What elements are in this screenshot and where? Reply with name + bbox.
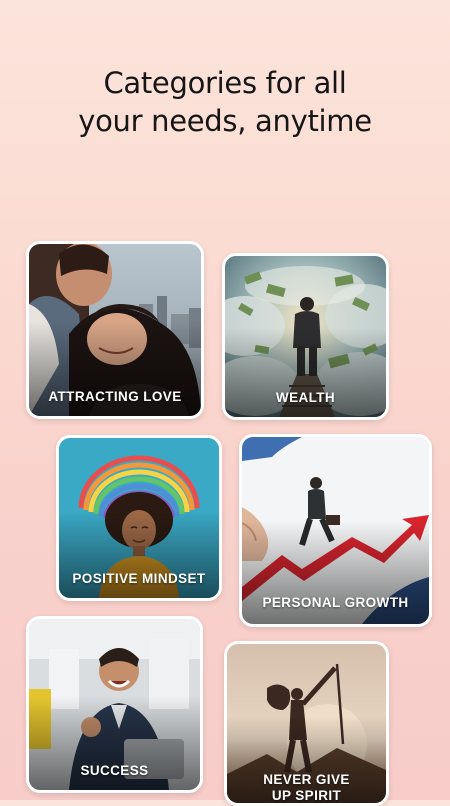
category-label: ATTRACTING LOVE: [48, 389, 182, 404]
category-label: SUCCESS: [80, 763, 149, 778]
category-label: PERSONAL GROWTH: [262, 595, 409, 610]
page-title: Categories for all your needs, anytime: [0, 64, 450, 140]
category-label: WEALTH: [275, 390, 336, 405]
category-card-never-give-up-spirit[interactable]: NEVER GIVE UP SPIRIT: [224, 641, 389, 806]
category-label: POSITIVE MINDSET: [72, 571, 206, 586]
category-card-attracting-love[interactable]: ATTRACTING LOVE: [26, 241, 204, 419]
category-card-positive-mindset[interactable]: POSITIVE MINDSET: [56, 435, 222, 601]
category-card-wealth[interactable]: WEALTH: [222, 253, 389, 420]
category-label-line-2: UP SPIRIT: [271, 788, 342, 803]
category-label: NEVER GIVE UP SPIRIT: [227, 772, 386, 803]
page-title-line-2: your needs, anytime: [78, 104, 372, 138]
category-card-success[interactable]: SUCCESS: [26, 616, 203, 793]
page-title-line-1: Categories for all: [103, 66, 347, 100]
category-label-line-1: NEVER GIVE: [263, 772, 350, 787]
category-card-personal-growth[interactable]: PERSONAL GROWTH: [239, 434, 432, 627]
